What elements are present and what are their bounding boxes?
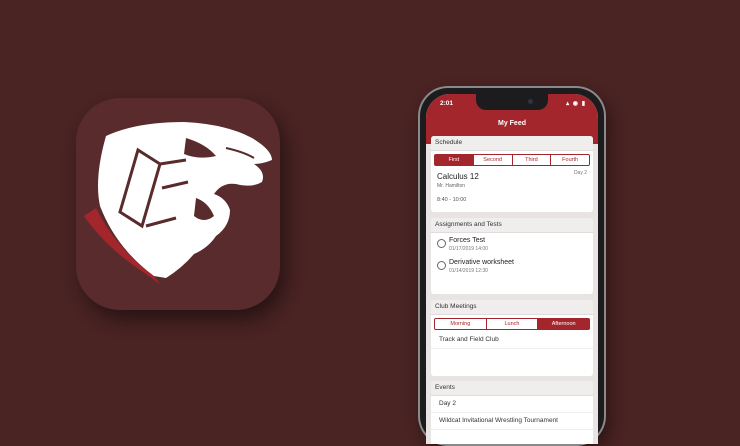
events-title: Events <box>431 381 593 396</box>
tab-lunch[interactable]: Lunch <box>485 319 538 329</box>
class-times: 8:40 - 10:00 <box>437 197 467 203</box>
schedule-tabs: First Second Third Fourth <box>434 154 590 166</box>
task-date: 01/17/2019 14:00 <box>449 246 488 252</box>
tab-afternoon[interactable]: Afternoon <box>537 319 590 329</box>
task-item[interactable]: Derivative worksheet 01/14/2019 12:30 <box>431 255 593 277</box>
task-title: Forces Test <box>449 237 486 244</box>
task-item[interactable]: Forces Test 01/17/2019 14:00 <box>431 233 593 255</box>
schedule-body[interactable]: Calculus 12 Mr. Hamilton Day 2 8:40 - 10… <box>431 166 593 206</box>
wildcat-logo-icon <box>84 122 272 284</box>
tab-fourth[interactable]: Fourth <box>550 155 589 165</box>
schedule-card: Schedule First Second Third Fourth Calcu… <box>431 136 593 212</box>
tab-second[interactable]: Second <box>472 155 512 165</box>
events-card: Events Day 2 Wildcat Invitational Wrestl… <box>431 381 593 444</box>
task-title: Derivative worksheet <box>449 259 514 266</box>
phone-screen: 2:01 ▴ ◉ ▮ My Feed Schedule First Second… <box>426 94 598 444</box>
teacher-name: Mr. Hamilton <box>437 183 466 189</box>
assignments-card: Assignments and Tests Forces Test 01/17/… <box>431 218 593 294</box>
status-time: 2:01 <box>440 100 454 107</box>
task-checkbox[interactable] <box>437 261 446 270</box>
assignments-title: Assignments and Tests <box>431 218 593 233</box>
tab-morning[interactable]: Morning <box>435 319 486 329</box>
event-item[interactable]: Day 2 <box>431 396 593 413</box>
task-checkbox[interactable] <box>437 239 446 248</box>
tab-first[interactable]: First <box>435 155 473 165</box>
phone-frame: 2:01 ▴ ◉ ▮ My Feed Schedule First Second… <box>418 86 606 446</box>
clubs-tabs: Morning Lunch Afternoon <box>434 318 590 330</box>
tab-third[interactable]: Third <box>511 155 551 165</box>
event-item[interactable]: Wildcat Invitational Wrestling Tournamen… <box>431 413 593 430</box>
camera-icon <box>528 99 533 104</box>
schedule-title: Schedule <box>431 136 593 151</box>
app-icon <box>76 98 280 310</box>
phone-notch <box>476 94 548 110</box>
day-label: Day 2 <box>573 170 587 176</box>
status-icons: ▴ ◉ ▮ <box>566 101 586 107</box>
course-name: Calculus 12 <box>437 172 479 181</box>
clubs-card: Club Meetings Morning Lunch Afternoon Tr… <box>431 300 593 376</box>
task-date: 01/14/2019 12:30 <box>449 268 488 274</box>
clubs-title: Club Meetings <box>431 300 593 315</box>
club-item[interactable]: Track and Field Club <box>431 332 593 349</box>
